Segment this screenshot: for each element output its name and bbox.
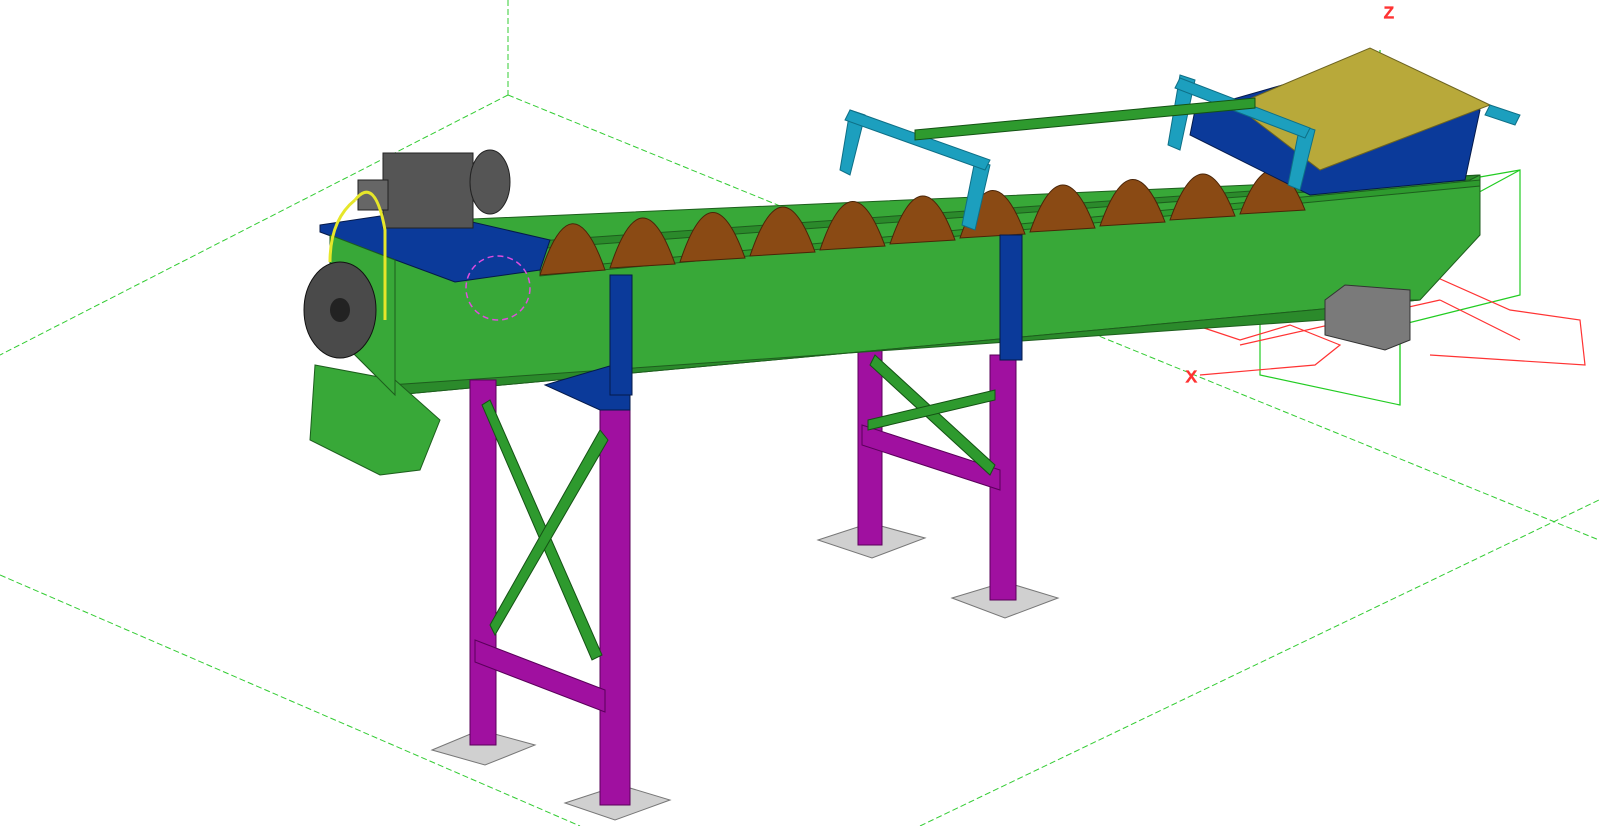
screw-flight	[1099, 179, 1166, 227]
support-post	[609, 274, 633, 396]
support-post	[999, 234, 1023, 361]
support-leg	[599, 394, 631, 806]
cad-3d-viewport[interactable]: Z X	[0, 0, 1599, 826]
diagonal-brace	[867, 389, 996, 431]
screw-flight	[1169, 173, 1236, 221]
pulley-hub	[330, 298, 350, 322]
trough-side	[329, 174, 1481, 396]
rear-support-frame[interactable]	[816, 344, 1060, 619]
hopper-nozzle	[1484, 104, 1521, 126]
ucs-x-label: X	[1186, 369, 1197, 386]
support-leg	[469, 379, 497, 746]
gear-motor	[382, 152, 474, 229]
ucs-z-label: Z	[1384, 5, 1394, 22]
grid-line	[919, 499, 1599, 826]
screw-conveyor-trough[interactable]	[329, 174, 1481, 396]
discharge-chute	[1324, 284, 1411, 351]
motor-end-cap	[469, 149, 511, 215]
ucs-arrow	[1194, 324, 1342, 376]
ucs-axis	[1439, 299, 1521, 341]
